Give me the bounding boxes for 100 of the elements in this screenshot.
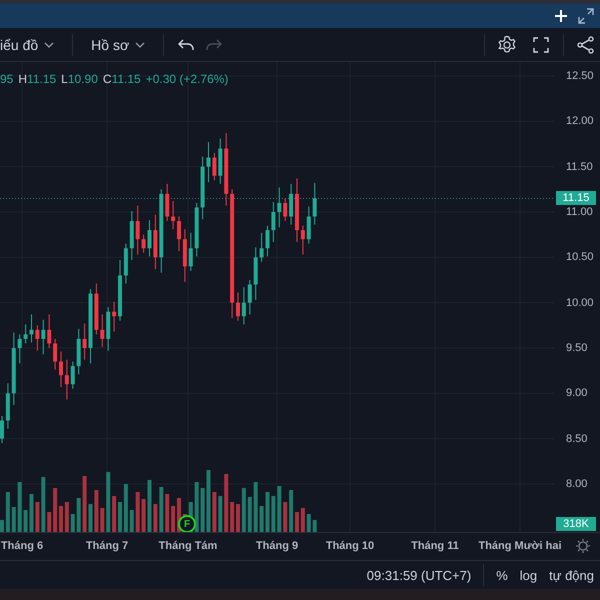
candle	[82, 323, 87, 360]
candle	[35, 324, 40, 352]
price-label: 11.00	[566, 206, 593, 218]
redo-icon	[206, 38, 222, 52]
candle	[306, 206, 311, 244]
volume-bar	[254, 482, 258, 532]
candle	[295, 178, 299, 242]
time-label: Tháng 11	[411, 540, 459, 552]
volume-bar	[159, 487, 164, 532]
ohlc-value: C11.15	[102, 72, 141, 86]
time-label: Tháng 7	[86, 540, 128, 552]
candle	[118, 260, 122, 322]
volume-bar	[306, 514, 311, 532]
time-label: Tháng 10	[326, 540, 374, 552]
volume-bar	[30, 494, 34, 532]
candle	[254, 246, 258, 300]
chevron-icon	[135, 42, 146, 48]
volume-bar	[171, 506, 176, 532]
candle	[165, 183, 170, 222]
last-price-badge: 11.15	[556, 191, 596, 206]
volume-bar	[6, 492, 10, 532]
volume-bar	[165, 494, 170, 532]
plus-icon[interactable]	[554, 9, 568, 23]
time-label: Tháng 9	[256, 540, 298, 552]
candle	[218, 138, 222, 184]
dropdown-menu[interactable]: Hồ sơ	[81, 30, 156, 60]
candle	[64, 359, 69, 400]
time-label: Tháng 6	[0, 540, 44, 552]
volume-bar	[82, 476, 87, 532]
volume-bar	[194, 482, 199, 532]
candle	[188, 232, 193, 272]
candle	[142, 234, 146, 254]
scale-option[interactable]: tự động	[549, 568, 594, 582]
candle	[0, 415, 4, 444]
candle	[59, 351, 63, 388]
price-label: 9.00	[566, 387, 588, 400]
volume-bar	[35, 502, 40, 532]
candle	[18, 334, 22, 364]
volume-bar	[266, 492, 270, 532]
ohlc-value: H11.15	[18, 72, 56, 86]
volume-bar	[212, 492, 216, 532]
candle	[260, 232, 264, 262]
ohlc-value: 95	[0, 72, 14, 86]
volume-bar	[289, 490, 294, 532]
volume-bar	[94, 490, 98, 532]
scale-option[interactable]: log	[520, 568, 538, 582]
candle	[177, 216, 181, 252]
scale-option[interactable]: %	[496, 568, 508, 582]
price-label: 11.50	[566, 160, 593, 173]
volume-bar	[88, 504, 92, 532]
volume-bar	[0, 520, 4, 532]
candle	[283, 198, 288, 222]
volume-bar	[260, 506, 264, 532]
volume-bar	[153, 504, 158, 532]
candle	[6, 382, 10, 430]
candle	[70, 361, 75, 390]
time-label: Tháng Tám	[158, 540, 218, 552]
volume-bar	[136, 492, 140, 532]
volume-bar	[70, 514, 75, 532]
candle	[266, 225, 270, 257]
candle	[171, 200, 176, 230]
undo-icon	[178, 38, 194, 52]
candle	[242, 286, 246, 325]
candle	[271, 202, 276, 242]
price-label: 12.00	[566, 115, 594, 128]
volume-bar	[206, 470, 210, 532]
candle	[53, 338, 58, 370]
chevron-icon	[44, 42, 54, 48]
volume-bar	[295, 512, 299, 532]
volume-bar	[271, 496, 276, 532]
volume-badge: 318K	[556, 517, 596, 531]
candle	[76, 328, 81, 375]
price-label: 8.00	[566, 478, 588, 490]
candle	[41, 319, 46, 355]
volume-bar	[100, 508, 104, 532]
dropdown-menu[interactable]: iểu đồ	[0, 30, 64, 60]
candle	[153, 214, 158, 270]
candle	[47, 314, 52, 348]
volume-bar	[59, 506, 63, 532]
expand-icon[interactable]	[578, 8, 594, 24]
ohlc-value: L10.90	[61, 72, 98, 86]
candle	[182, 228, 187, 282]
volume-bar	[224, 474, 228, 532]
volume-bar	[277, 486, 282, 532]
candle	[124, 243, 128, 284]
volume-bar	[118, 502, 122, 532]
volume-bar	[300, 508, 305, 532]
volume-bar	[12, 507, 16, 532]
candle	[248, 279, 252, 315]
candle	[136, 205, 140, 256]
volume-bar	[312, 520, 317, 532]
candle	[24, 324, 28, 344]
volume-bar	[230, 502, 234, 532]
volume-bar	[76, 498, 81, 532]
candle	[106, 306, 110, 352]
candle	[112, 301, 116, 332]
volume-bar	[283, 502, 288, 532]
candle	[130, 210, 134, 261]
volume-bar	[41, 477, 46, 532]
volume-bar	[64, 502, 69, 532]
